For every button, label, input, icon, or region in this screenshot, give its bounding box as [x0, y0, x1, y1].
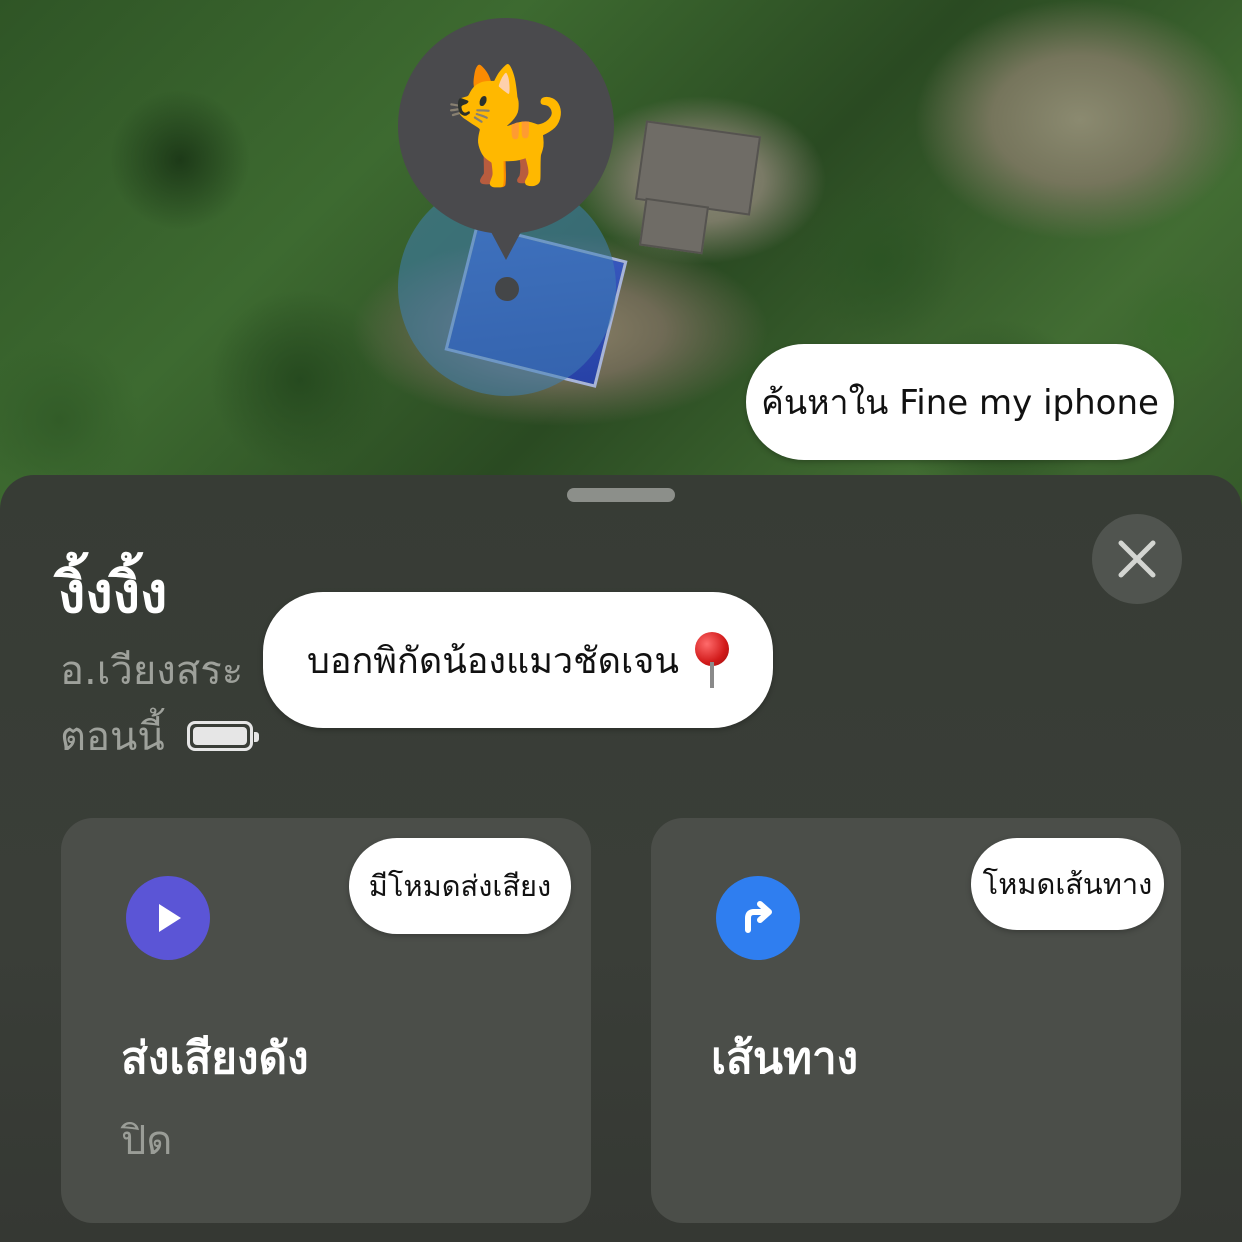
annotation-bubble-search: ค้นหาใน Fine my iphone	[746, 344, 1174, 460]
location-dot	[495, 277, 519, 301]
annotation-bubble-location: บอกพิกัดน้องแมวชัดเจน	[263, 592, 773, 728]
battery-icon	[186, 721, 259, 751]
play-sound-button[interactable]	[126, 876, 210, 960]
item-location: อ.เวียงสระ	[60, 648, 244, 694]
play-icon	[159, 904, 181, 932]
directions-title: เส้นทาง	[711, 1033, 859, 1084]
close-button[interactable]	[1092, 514, 1182, 604]
map-building	[638, 197, 710, 255]
battery-fill	[192, 727, 247, 745]
pet-location-pin[interactable]: 🐈	[398, 18, 614, 260]
turn-right-arrow-icon	[745, 901, 772, 933]
play-sound-title: ส่งเสียงดัง	[121, 1033, 309, 1084]
annotation-bubble-route: โหมดเส้นทาง	[971, 838, 1164, 930]
sheet-grabber[interactable]	[567, 488, 675, 502]
pushpin-icon	[694, 632, 729, 688]
annotation-bubble-location-text: บอกพิกัดน้องแมวชัดเจน	[307, 640, 679, 682]
cat-icon: 🐈	[436, 61, 576, 191]
directions-button[interactable]	[716, 876, 800, 960]
item-name: งิ้งงิ้ง	[58, 561, 168, 626]
annotation-bubble-sound: มีโหมดส่งเสียง	[349, 838, 571, 934]
last-seen-time: ตอนนี้	[60, 714, 165, 760]
close-icon	[1118, 540, 1156, 578]
play-sound-status: ปิด	[121, 1118, 173, 1164]
last-seen-row: ตอนนี้	[60, 704, 259, 768]
